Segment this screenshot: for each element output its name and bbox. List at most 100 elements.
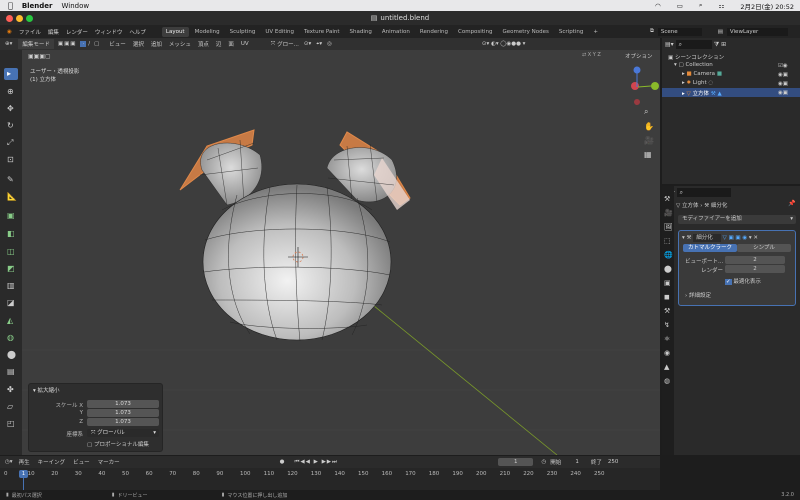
face-menu[interactable]: 面 — [228, 40, 234, 48]
modifier-name-field[interactable]: 細分化 — [693, 234, 721, 242]
add-menu[interactable]: 追加 — [151, 40, 162, 48]
shear-tool[interactable]: ▱ — [4, 401, 18, 413]
pan-hand-icon[interactable]: ✋ — [644, 122, 654, 131]
minimize-window-button[interactable] — [16, 15, 23, 22]
menu-help[interactable]: ヘルプ — [129, 28, 146, 36]
measure-tool[interactable]: 📐 — [4, 191, 18, 203]
navigation-gizmo[interactable] — [631, 66, 659, 106]
bevel-tool[interactable]: ◩ — [4, 263, 18, 275]
workspace-tab-shading[interactable]: Shading — [346, 27, 376, 37]
workspace-tab-scripting[interactable]: Scripting — [555, 27, 587, 37]
cube-row[interactable]: ▸ ▽ 立方体 ⚒ ▲ — [682, 89, 722, 97]
spin-tool[interactable]: ◍ — [4, 332, 18, 344]
rip-region-tool[interactable]: ◰ — [4, 418, 18, 430]
workspace-tab-layout[interactable]: Layout — [161, 26, 189, 37]
apple-icon[interactable]:  — [8, 1, 13, 10]
edge-slide-tool[interactable]: ▤ — [4, 366, 18, 378]
smooth-tool[interactable]: ⬤ — [4, 349, 18, 361]
orientation-dropdown[interactable]: ⤧ グローバル ▾ — [87, 429, 159, 437]
cursor-tool[interactable]: ⊕ — [4, 86, 18, 98]
timeline-view-menu[interactable]: ビュー — [73, 458, 90, 466]
clock[interactable]: 2月2日(金) 20:52 — [740, 1, 794, 11]
record-button[interactable]: ● — [280, 459, 285, 465]
edge-menu[interactable]: 辺 — [216, 40, 222, 48]
transform-orientation-selector[interactable]: グロー... — [277, 40, 299, 48]
poly-build-tool[interactable]: ◭ — [4, 315, 18, 327]
blender-logo-icon[interactable]: ◉ — [7, 29, 12, 35]
transform-tool[interactable]: ⊡ — [4, 154, 18, 166]
workspace-tab-uv-editing[interactable]: UV Editing — [261, 27, 298, 37]
viewlayer-selector[interactable]: ViewLayer — [726, 27, 789, 36]
scale-tool[interactable]: ⤢ — [4, 137, 18, 149]
ortho-toggle-icon[interactable]: ▦ — [644, 150, 652, 159]
menu-window[interactable]: ウィンドウ — [95, 28, 123, 36]
playback-controls[interactable]: ⏮◀◀ ▶ ▶▶⏭ — [294, 459, 338, 466]
playback-menu[interactable]: 再生 — [19, 458, 30, 466]
collection-row[interactable]: ▾ ▢ Collection — [674, 62, 713, 68]
window-menu[interactable]: Window — [62, 2, 90, 10]
selection-mode-toggles[interactable]: ▣▣▣▢ — [28, 53, 51, 60]
rotate-tool[interactable]: ↻ — [4, 120, 18, 132]
scene-selector[interactable]: Scene — [657, 27, 702, 36]
editor-type-icon[interactable]: ⊕▾ — [5, 41, 12, 47]
zoom-window-button[interactable] — [26, 15, 33, 22]
playhead[interactable]: 1 — [19, 470, 28, 478]
search-icon[interactable]: ⌕ — [699, 1, 703, 10]
property-tab-icons[interactable]: ⚒ 🎥 🖼 ⬚ 🌐 ⬤ ▣ ◼ ⚒ ↯ ⚛ ◉ ▲ ◍ — [664, 192, 673, 388]
mirror-axis-buttons[interactable]: ⇄ X Y Z — [582, 52, 601, 58]
menu-render[interactable]: レンダー — [66, 28, 88, 36]
workspace-tab-animation[interactable]: Animation — [378, 27, 414, 37]
pivot-icon[interactable]: ⊙▾ — [304, 41, 311, 47]
light-row[interactable]: ▸ ✹ Light ◌ — [682, 80, 713, 86]
left-ear[interactable] — [179, 129, 262, 206]
face-select-icon[interactable]: ▢ — [92, 41, 101, 47]
add-workspace-button[interactable]: + — [589, 27, 602, 37]
wifi-icon[interactable]: ◠ — [655, 2, 661, 10]
keying-menu[interactable]: キーイング — [38, 458, 66, 466]
shrink-fatten-tool[interactable]: ✤ — [4, 384, 18, 396]
simple-button[interactable]: シンプル — [737, 244, 791, 252]
app-menu[interactable]: Blender — [22, 2, 53, 10]
annotate-tool[interactable]: ✎ — [4, 174, 18, 186]
knife-tool[interactable]: ◪ — [4, 297, 18, 309]
mesh-menu[interactable]: メッシュ — [169, 40, 191, 48]
snap-icon[interactable]: ⌖▾ — [316, 41, 322, 48]
control-center-icon[interactable]: ⚏ — [719, 2, 725, 10]
loop-cut-tool[interactable]: ▥ — [4, 280, 18, 292]
marker-menu[interactable]: マーカー — [98, 458, 120, 466]
end-frame-field[interactable]: 250 — [608, 459, 619, 465]
scale-z-field[interactable]: 1.073 — [87, 418, 159, 426]
uv-menu[interactable]: UV — [241, 41, 249, 47]
workspace-tab-rendering[interactable]: Rendering — [416, 27, 452, 37]
properties-search[interactable]: ⌕ — [676, 188, 731, 197]
workspace-tab-modeling[interactable]: Modeling — [191, 27, 224, 37]
select-mode-buttons[interactable]: ▣▣▣ — [58, 41, 77, 47]
visibility-icons[interactable]: ☑◉ ◉▣ ◉▣ ◉▣ — [778, 62, 788, 98]
move-tool[interactable]: ✥ — [4, 103, 18, 115]
overlay-gizmo-icons[interactable]: ⊙▾ ◐▾ ◯◉●● ▾ — [482, 41, 526, 47]
menu-edit[interactable]: 編集 — [48, 28, 59, 36]
proportional-checkbox[interactable]: ▢ プロポーショナル編集 — [87, 440, 149, 448]
scale-x-field[interactable]: 1.073 — [87, 400, 159, 408]
workspace-tab-texture-paint[interactable]: Texture Paint — [300, 27, 344, 37]
outliner-search[interactable]: ⌕ — [675, 40, 712, 49]
add-cube-tool[interactable]: ▣ — [4, 210, 18, 222]
scale-y-field[interactable]: 1.073 — [87, 409, 159, 417]
catmull-clark-button[interactable]: カトマルクラーク — [683, 244, 737, 252]
advanced-subpanel[interactable]: › 詳細設定 — [685, 291, 711, 299]
mode-selector[interactable]: 編集モード — [18, 39, 54, 49]
modifier-header[interactable]: ▾ ⚒ 細分化 ▽ ▣ ▣ ◉ ▾ ✕ — [682, 233, 758, 242]
proportional-icon[interactable]: ◎ — [327, 41, 332, 47]
inset-faces-tool[interactable]: ◫ — [4, 246, 18, 258]
battery-icon[interactable]: ▭ — [677, 2, 683, 10]
close-window-button[interactable] — [6, 15, 13, 22]
zoom-icon[interactable]: ⌕ — [644, 107, 648, 117]
current-frame-field[interactable]: 1 — [497, 458, 534, 466]
workspace-tab-compositing[interactable]: Compositing — [454, 27, 496, 37]
camera-view-icon[interactable]: 🎥 — [644, 136, 654, 145]
select-box-tool[interactable]: ▸ — [4, 68, 18, 80]
render-levels-field[interactable]: 2 — [725, 265, 785, 273]
timeline-scrubber[interactable]: 0 10 20 30 40 50 60 70 80 90 100 110 120 130 140 150 160… — [0, 468, 660, 490]
pin-icon[interactable]: 📌 — [788, 200, 795, 207]
levels-viewport-field[interactable]: 2 — [725, 256, 785, 264]
